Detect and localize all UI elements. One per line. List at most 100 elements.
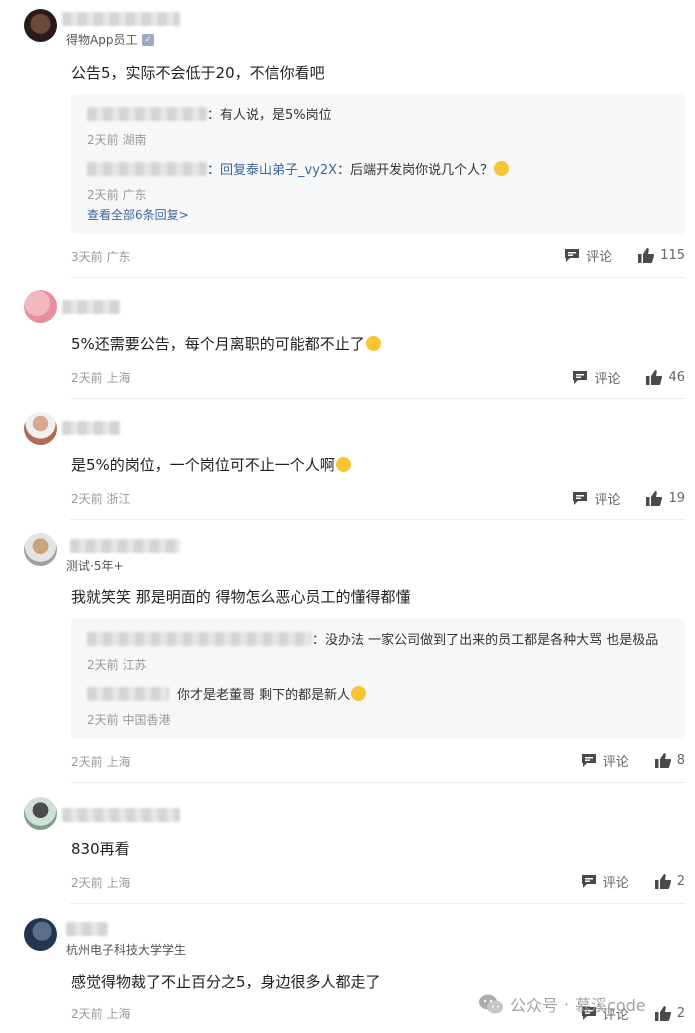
comment-meta: 3天前 广东 bbox=[71, 250, 131, 264]
username-blurred[interactable] bbox=[62, 300, 120, 314]
comment-meta: 2天前 上海 bbox=[71, 755, 131, 769]
badge-label: 得物App员工 bbox=[66, 33, 138, 47]
comment-icon bbox=[581, 875, 596, 888]
reply-meta: 2天前 广东 bbox=[87, 188, 147, 202]
reply-box: ：没办法 一家公司做到了出来的员工都是各种大骂 也是极品 2天前 江苏 你才是老… bbox=[71, 619, 685, 739]
thumbs-up-icon bbox=[638, 248, 655, 263]
like-button[interactable]: 46 bbox=[646, 370, 685, 385]
comment-label: 评论 bbox=[594, 372, 621, 387]
reply-text: ：没办法 一家公司做到了出来的员工都是各种大骂 也是极品 bbox=[312, 633, 659, 648]
comment-actions: 评论 115 bbox=[538, 246, 685, 265]
watermark-prefix: 公众号 bbox=[510, 996, 559, 1015]
comment-meta: 2天前 上海 bbox=[71, 371, 131, 385]
like-button[interactable]: 19 bbox=[646, 491, 685, 506]
emoji-icon bbox=[365, 336, 381, 351]
comment-label: 评论 bbox=[594, 493, 621, 508]
divider bbox=[70, 277, 685, 278]
reply-text: ：后端开发岗你说几个人？ bbox=[337, 163, 494, 178]
like-button[interactable]: 2 bbox=[654, 1006, 685, 1021]
reply-username-blurred[interactable] bbox=[87, 686, 169, 701]
avatar[interactable] bbox=[24, 533, 57, 566]
divider bbox=[70, 782, 685, 783]
comment-button[interactable]: 评论 bbox=[564, 246, 612, 265]
thumbs-up-icon bbox=[654, 753, 671, 768]
reply-item: ：有人说，是5%岗位 bbox=[87, 104, 332, 123]
username-blurred[interactable] bbox=[62, 12, 180, 26]
reply-item: 你才是老董哥 剩下的都是新人 bbox=[87, 684, 367, 703]
thumbs-up-icon bbox=[654, 874, 671, 889]
like-button[interactable]: 115 bbox=[638, 248, 685, 263]
badge-label: 测试·5年+ bbox=[66, 559, 124, 573]
verified-icon: ✓ bbox=[142, 33, 155, 46]
divider bbox=[70, 398, 685, 399]
avatar[interactable] bbox=[24, 9, 57, 42]
like-count: 8 bbox=[676, 753, 685, 768]
reply-username-blurred[interactable] bbox=[87, 106, 207, 121]
comment-text: 我就笑笑 那是明面的 得物怎么恶心员工的懂得都懂 bbox=[71, 588, 411, 606]
reply-text: 你才是老董哥 剩下的都是新人 bbox=[177, 688, 351, 703]
thumbs-up-icon bbox=[654, 1006, 671, 1021]
wechat-icon bbox=[479, 994, 503, 1014]
like-count: 19 bbox=[668, 491, 685, 506]
comment-button[interactable]: 评论 bbox=[572, 368, 620, 387]
comment-label: 评论 bbox=[602, 876, 629, 891]
reply-to-link[interactable]: 回复泰山弟子_vy2X bbox=[220, 159, 337, 178]
view-all-replies-link[interactable]: 查看全部6条回复> bbox=[87, 206, 189, 223]
username-blurred[interactable] bbox=[66, 922, 108, 936]
like-count: 115 bbox=[660, 248, 685, 263]
comment-icon bbox=[573, 371, 588, 384]
like-count: 46 bbox=[668, 370, 685, 385]
comment-meta: 2天前 浙江 bbox=[71, 492, 131, 506]
thumbs-up-icon bbox=[646, 491, 663, 506]
comment-text: 公告5，实际不会低于20，不信你看吧 bbox=[71, 64, 325, 82]
reply-prefix: ： bbox=[207, 163, 221, 178]
thumbs-up-icon bbox=[646, 370, 663, 385]
avatar[interactable] bbox=[24, 412, 57, 445]
comment-icon bbox=[573, 492, 588, 505]
divider bbox=[70, 519, 685, 520]
comment-actions: 评论 8 bbox=[555, 751, 685, 770]
divider bbox=[70, 903, 685, 904]
emoji-icon bbox=[494, 161, 510, 176]
comment-button[interactable]: 评论 bbox=[581, 872, 629, 891]
comment-text: 是5%的岗位，一个岗位可不止一个人啊 bbox=[71, 454, 351, 475]
reply-username-blurred[interactable] bbox=[87, 161, 207, 176]
like-count: 2 bbox=[676, 1006, 685, 1021]
avatar[interactable] bbox=[24, 918, 57, 951]
comment-icon bbox=[565, 249, 580, 262]
user-badge: 测试·5年+ bbox=[66, 557, 124, 574]
comment-text: 5%还需要公告，每个月离职的可能都不止了 bbox=[71, 333, 381, 354]
username-blurred[interactable] bbox=[62, 808, 180, 822]
comment-actions: 评论 46 bbox=[546, 368, 685, 387]
comment-actions: 评论 2 bbox=[555, 872, 685, 891]
comment-label: 评论 bbox=[586, 250, 613, 265]
badge-label: 杭州电子科技大学学生 bbox=[66, 943, 187, 957]
watermark: 公众号 · 慕溪code bbox=[478, 992, 646, 1016]
comment-button[interactable]: 评论 bbox=[572, 489, 620, 508]
username-blurred[interactable] bbox=[62, 421, 120, 435]
user-badge: 杭州电子科技大学学生 bbox=[66, 941, 186, 958]
comment-label: 评论 bbox=[602, 755, 629, 770]
emoji-icon bbox=[335, 457, 351, 472]
avatar[interactable] bbox=[24, 797, 57, 830]
comment-meta: 2天前 上海 bbox=[71, 1007, 131, 1021]
comment-text: 感觉得物裁了不止百分之5，身边很多人都走了 bbox=[71, 973, 381, 991]
reply-meta: 2天前 江苏 bbox=[87, 658, 147, 672]
like-button[interactable]: 8 bbox=[654, 753, 685, 768]
reply-item: ： 回复泰山弟子_vy2X ：后端开发岗你说几个人？ bbox=[87, 159, 510, 178]
comment-text: 830再看 bbox=[71, 840, 130, 858]
comment-button[interactable]: 评论 bbox=[581, 751, 629, 770]
reply-text: ：有人说，是5%岗位 bbox=[207, 108, 332, 123]
user-badge: 得物App员工 ✓ bbox=[66, 31, 155, 48]
reply-meta: 2天前 湖南 bbox=[87, 133, 147, 147]
comment-meta: 2天前 上海 bbox=[71, 876, 131, 890]
reply-item: ：没办法 一家公司做到了出来的员工都是各种大骂 也是极品 bbox=[87, 629, 658, 648]
like-count: 2 bbox=[676, 874, 685, 889]
avatar[interactable] bbox=[24, 290, 57, 323]
reply-username-blurred[interactable] bbox=[87, 631, 312, 646]
emoji-icon bbox=[351, 686, 367, 701]
reply-meta: 2天前 中国香港 bbox=[87, 713, 171, 727]
like-button[interactable]: 2 bbox=[654, 874, 685, 889]
username-blurred[interactable] bbox=[70, 539, 180, 553]
watermark-separator: · bbox=[564, 994, 570, 1014]
